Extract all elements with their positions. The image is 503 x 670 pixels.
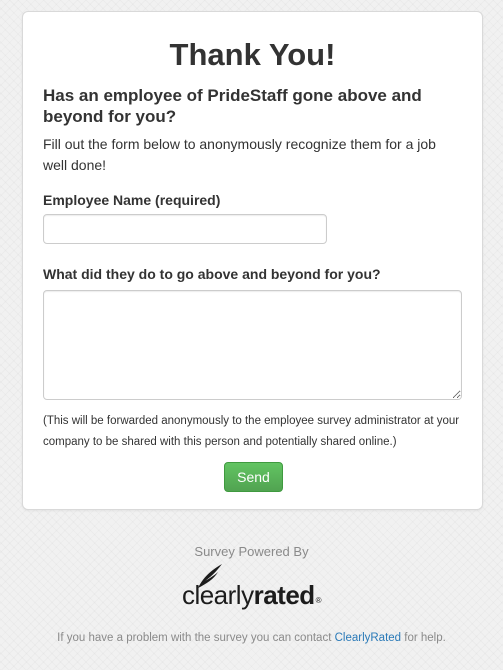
intro-text: Fill out the form below to anonymously r… bbox=[43, 136, 436, 173]
powered-by-text: Survey Powered By bbox=[194, 544, 309, 559]
employee-name-label: Employee Name (required) bbox=[43, 192, 221, 208]
feather-icon bbox=[197, 564, 222, 588]
survey-card: Thank You! Has an employee of PrideStaff… bbox=[22, 11, 483, 510]
clearlyrated-logo: clearlyrated® bbox=[0, 562, 503, 614]
employee-name-field[interactable] bbox=[43, 214, 327, 244]
footer-text-after: for help. bbox=[401, 632, 446, 644]
footer-text-before: If you have a problem with the survey yo… bbox=[57, 632, 335, 644]
survey-question-heading: Has an employee of PrideStaff gone above… bbox=[43, 86, 422, 126]
registered-mark: ® bbox=[315, 596, 322, 605]
page-title: Thank You! bbox=[169, 37, 336, 72]
logo-text-bold: rated bbox=[253, 580, 316, 610]
description-textarea[interactable] bbox=[43, 290, 462, 400]
help-footer: If you have a problem with the survey yo… bbox=[0, 632, 503, 644]
description-label: What did they do to go above and beyond … bbox=[43, 266, 381, 282]
clearlyrated-link[interactable]: ClearlyRated bbox=[335, 632, 401, 644]
privacy-note: (This will be forwarded anonymously to t… bbox=[43, 415, 460, 448]
send-button[interactable]: Send bbox=[224, 462, 283, 492]
logo-wordmark: clearlyrated® bbox=[182, 562, 322, 610]
